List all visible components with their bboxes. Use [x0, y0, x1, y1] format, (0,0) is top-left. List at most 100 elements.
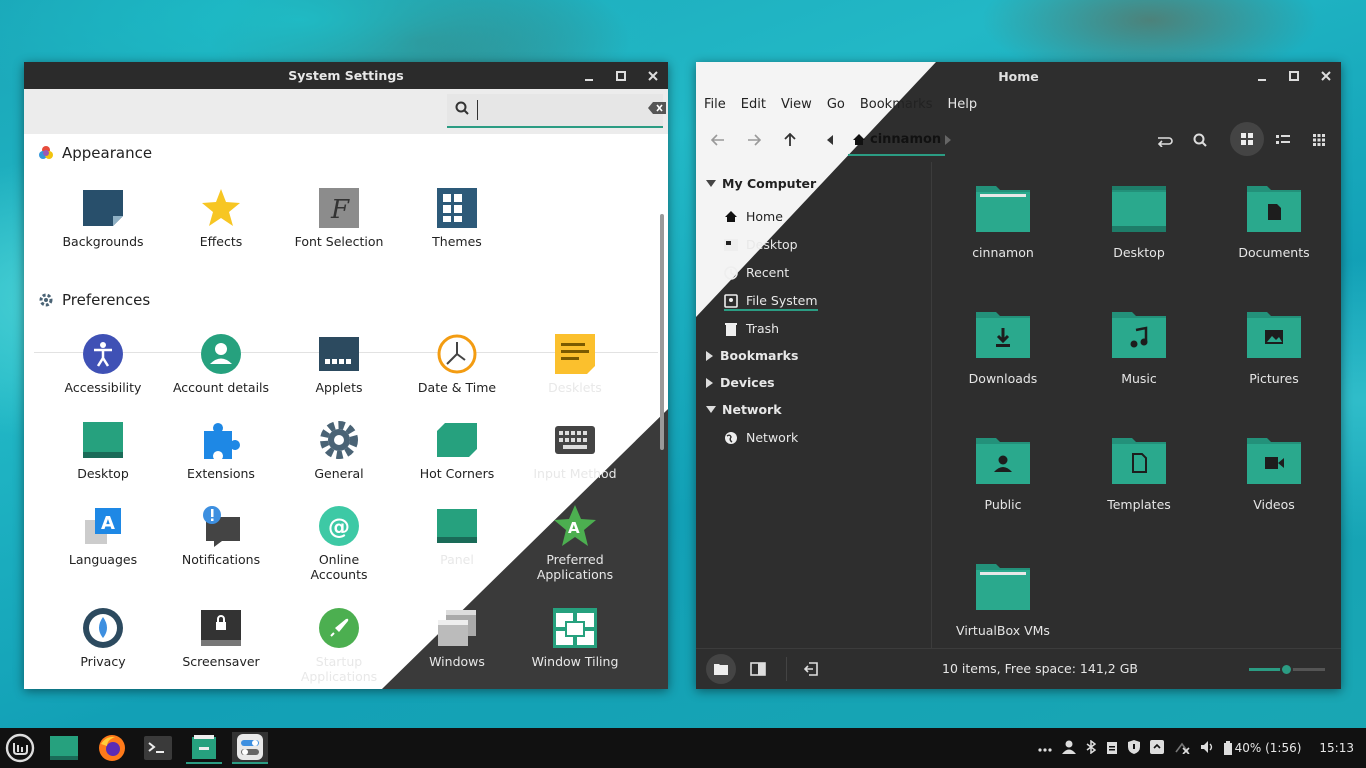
menu-button[interactable]	[2, 732, 38, 764]
zoom-slider-handle[interactable]	[1280, 663, 1293, 676]
settings-launcher[interactable]	[232, 732, 268, 764]
sidebar-item-network[interactable]: Network	[724, 430, 798, 445]
forward-arrow-icon[interactable]	[742, 128, 766, 152]
shield-icon[interactable]	[1127, 739, 1140, 757]
menu-bookmarks[interactable]: Bookmarks	[860, 97, 933, 112]
sidebar-item-home[interactable]: Home	[724, 209, 783, 224]
settings-item-input-method[interactable]: Input Method	[516, 418, 634, 481]
settings-item-privacy[interactable]: Privacy	[44, 606, 162, 669]
bluetooth-icon[interactable]	[1086, 739, 1096, 757]
terminal-launcher[interactable]	[140, 732, 176, 764]
sidebar-header-devices[interactable]: Devices	[706, 375, 775, 390]
back-arrow-icon[interactable]	[706, 128, 730, 152]
settings-item-languages[interactable]: A Languages	[44, 504, 162, 567]
folder-cinnamon[interactable]: cinnamon	[943, 182, 1063, 260]
folder-desktop[interactable]: Desktop	[1079, 182, 1199, 260]
settings-titlebar[interactable]: System Settings	[24, 62, 668, 89]
settings-item-hot-corners[interactable]: Hot Corners	[398, 418, 516, 481]
menu-edit[interactable]: Edit	[741, 97, 766, 112]
minimize-icon[interactable]	[582, 69, 596, 83]
toggle-location-icon[interactable]	[1152, 128, 1176, 152]
settings-item-windows[interactable]: Windows	[398, 606, 516, 669]
settings-item-notifications[interactable]: Notifications	[162, 504, 280, 567]
breadcrumb-right-icon[interactable]	[936, 128, 960, 152]
clock[interactable]: 15:13	[1319, 741, 1354, 755]
menu-go[interactable]: Go	[827, 97, 845, 112]
settings-item-effects[interactable]: Effects	[162, 186, 280, 249]
volume-icon[interactable]	[1200, 740, 1214, 757]
sidebar-header-my-computer[interactable]: My Computer	[706, 176, 816, 191]
settings-item-font-selection[interactable]: F Font Selection	[280, 186, 398, 249]
languages-icon: A	[81, 504, 125, 548]
menu-file[interactable]: File	[704, 97, 726, 112]
settings-item-themes[interactable]: Themes	[398, 186, 516, 249]
settings-item-window-tiling[interactable]: Window Tiling	[516, 606, 634, 669]
settings-search-box[interactable]	[447, 94, 666, 128]
battery-indicator[interactable]: 40% (1:56)	[1223, 741, 1301, 755]
firefox-launcher[interactable]	[94, 732, 130, 764]
folder-templates[interactable]: Templates	[1079, 434, 1199, 512]
files-titlebar[interactable]: Home	[696, 62, 1341, 90]
search-input[interactable]	[477, 100, 648, 120]
sidebar-item-desktop[interactable]: Desktop	[724, 237, 798, 252]
minimize-icon[interactable]	[1255, 69, 1269, 83]
maximize-icon[interactable]	[1287, 69, 1301, 83]
sidebar-item-trash[interactable]: Trash	[724, 321, 779, 336]
up-arrow-icon[interactable]	[778, 128, 802, 152]
zoom-slider[interactable]	[1249, 663, 1325, 676]
hide-sidebar-icon[interactable]	[803, 662, 818, 680]
settings-item-applets[interactable]: Applets	[280, 332, 398, 395]
menu-help[interactable]: Help	[947, 97, 977, 112]
sidebar-header-bookmarks[interactable]: Bookmarks	[706, 348, 798, 363]
user-icon[interactable]	[1061, 740, 1076, 757]
clipboard-icon[interactable]	[1106, 740, 1118, 757]
palette-icon	[39, 146, 53, 159]
sidebar-header-network[interactable]: Network	[706, 402, 782, 417]
icon-view-icon[interactable]	[1230, 122, 1264, 156]
settings-item-accessibility[interactable]: Accessibility	[44, 332, 162, 395]
show-treeview-icon[interactable]	[750, 662, 766, 680]
settings-scrollbar[interactable]	[660, 214, 664, 450]
compact-view-icon[interactable]	[1307, 128, 1331, 152]
maximize-icon[interactable]	[614, 69, 628, 83]
show-places-icon[interactable]	[706, 654, 736, 684]
files-launcher[interactable]	[186, 732, 222, 764]
more-icon[interactable]	[1038, 741, 1052, 755]
settings-item-panel[interactable]: Panel	[398, 504, 516, 567]
folder-documents[interactable]: Documents	[1214, 182, 1334, 260]
update-manager-icon[interactable]	[1149, 739, 1164, 757]
settings-item-general[interactable]: General	[280, 418, 398, 481]
breadcrumb-left-icon[interactable]	[818, 128, 842, 152]
folder-pictures[interactable]: Pictures	[1214, 308, 1334, 386]
folder-videos[interactable]: Videos	[1214, 434, 1334, 512]
settings-item-desklets[interactable]: Desklets	[516, 332, 634, 395]
network-off-icon[interactable]	[1174, 740, 1190, 757]
menu-view[interactable]: View	[781, 97, 812, 112]
folder-music[interactable]: Music	[1079, 308, 1199, 386]
at-icon: @	[317, 504, 361, 548]
close-icon[interactable]	[646, 69, 660, 83]
folder-virtualbox-vms[interactable]: VirtualBox VMs	[943, 560, 1063, 638]
show-desktop-button[interactable]	[46, 732, 82, 764]
breadcrumb[interactable]: cinnamon	[848, 124, 946, 156]
clear-search-icon[interactable]	[648, 102, 666, 118]
settings-item-screensaver[interactable]: Screensaver	[162, 606, 280, 669]
statusbar-divider	[786, 657, 787, 681]
taskbar-panel: 40% (1:56) 15:13	[0, 728, 1366, 768]
folder-public[interactable]: Public	[943, 434, 1063, 512]
sidebar-item-file-system[interactable]: File System	[724, 293, 818, 311]
settings-item-date-time[interactable]: Date & Time	[398, 332, 516, 395]
file-manager-icon	[192, 735, 216, 759]
settings-item-extensions[interactable]: Extensions	[162, 418, 280, 481]
search-icon[interactable]	[1188, 128, 1212, 152]
settings-item-online-accounts[interactable]: @ Online Accounts	[280, 504, 398, 582]
settings-item-backgrounds[interactable]: Backgrounds	[44, 186, 162, 249]
close-icon[interactable]	[1319, 69, 1333, 83]
list-view-icon[interactable]	[1271, 128, 1295, 152]
settings-item-startup-applications[interactable]: Startup Applications	[280, 606, 398, 684]
settings-item-preferred-applications[interactable]: A Preferred Applications	[516, 504, 634, 582]
settings-item-account-details[interactable]: Account details	[162, 332, 280, 395]
settings-item-desktop[interactable]: Desktop	[44, 418, 162, 481]
folder-downloads[interactable]: Downloads	[943, 308, 1063, 386]
sidebar-item-recent[interactable]: Recent	[724, 265, 789, 280]
